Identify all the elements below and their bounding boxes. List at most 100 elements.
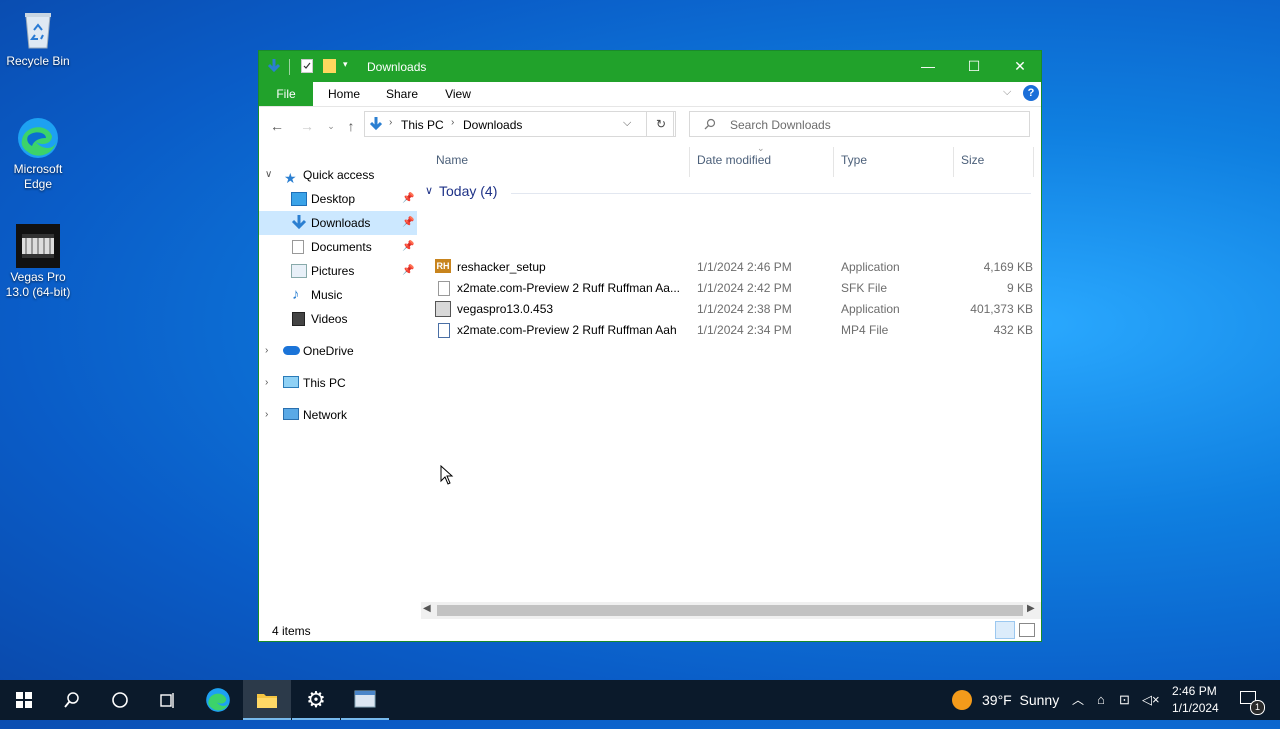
column-divider[interactable] [953, 147, 954, 177]
refresh-button[interactable]: ↻ [646, 111, 676, 137]
properties-icon[interactable] [301, 59, 313, 73]
device-icon[interactable]: ⌂ [1097, 680, 1105, 720]
cortana-button[interactable] [96, 680, 144, 720]
desktop-icon-edge[interactable]: Microsoft Edge [0, 116, 76, 192]
help-icon[interactable]: ? [1023, 85, 1039, 101]
address-dropdown-icon[interactable]: ⌵ [623, 117, 631, 130]
taskbar-file-explorer[interactable] [243, 680, 291, 720]
status-bar: 4 items [259, 621, 1041, 641]
desktop-icon-recycle-bin[interactable]: Recycle Bin [0, 8, 76, 69]
nav-downloads[interactable]: Downloads 📌 [259, 211, 417, 235]
expand-chevron-icon[interactable]: › [265, 339, 268, 363]
minimize-button[interactable]: — [905, 51, 951, 82]
back-button[interactable]: ← [267, 117, 287, 135]
tab-file[interactable]: File [259, 82, 313, 106]
downloads-folder-icon [291, 214, 307, 230]
taskbar-app[interactable] [341, 680, 389, 720]
search-placeholder: Search Downloads [730, 118, 831, 132]
taskbar-settings[interactable]: ⚙ [292, 680, 340, 720]
computer-icon [283, 376, 299, 388]
collapse-chevron-icon[interactable]: ∨ [265, 163, 272, 187]
scroll-right-arrow-icon[interactable]: ▶ [1027, 603, 1035, 614]
file-row[interactable]: x2mate.com-Preview 2 Ruff Ruffman Aah 1/… [433, 320, 1033, 341]
column-divider[interactable] [689, 147, 690, 177]
weather-text[interactable]: 39°F Sunny [982, 680, 1059, 720]
horizontal-scrollbar[interactable]: ◀ ▶ [421, 602, 1041, 619]
task-view-button[interactable] [144, 680, 192, 720]
app-window-icon [354, 690, 376, 708]
column-header-size[interactable]: Size [961, 153, 984, 167]
nav-network[interactable]: › Network [259, 403, 417, 427]
file-row[interactable]: vegaspro13.0.453 1/1/2024 2:38 PM Applic… [433, 299, 1033, 320]
file-row[interactable]: x2mate.com-Preview 2 Ruff Ruffman Aa... … [433, 278, 1033, 299]
folder-icon [257, 694, 277, 708]
search-icon [64, 692, 79, 708]
new-folder-icon[interactable] [323, 59, 336, 73]
file-name: x2mate.com-Preview 2 Ruff Ruffman Aah [457, 323, 677, 337]
up-button[interactable]: ↑ [341, 117, 361, 135]
nav-music[interactable]: ♪ Music [259, 283, 417, 307]
star-icon: ★ [284, 170, 297, 186]
file-row[interactable]: RH reshacker_setup 1/1/2024 2:46 PM Appl… [433, 257, 1033, 278]
taskbar-edge[interactable] [194, 680, 242, 720]
volume-muted-icon[interactable]: ◁× [1142, 680, 1160, 720]
nav-label: This PC [303, 376, 346, 390]
clock-date[interactable]: 1/1/2024 [1172, 701, 1219, 715]
expand-chevron-icon[interactable]: › [265, 371, 268, 395]
network-icon[interactable]: ⊡ [1119, 680, 1130, 720]
video-file-icon [438, 323, 450, 338]
nav-quick-access[interactable]: ∨ ★ Quick access [259, 163, 417, 187]
search-button[interactable] [48, 680, 96, 720]
forward-button[interactable]: → [297, 117, 317, 135]
nav-desktop[interactable]: Desktop 📌 [259, 187, 417, 211]
expand-chevron-icon[interactable]: › [265, 403, 268, 427]
weather-sun-icon [952, 690, 972, 710]
tab-home[interactable]: Home [319, 82, 369, 106]
scroll-thumb[interactable] [437, 605, 1023, 616]
nav-videos[interactable]: Videos [259, 307, 417, 331]
recycle-bin-icon [16, 8, 60, 52]
desktop-icon-vegas-pro[interactable]: Vegas Pro 13.0 (64-bit) [0, 224, 76, 300]
group-collapse-icon[interactable]: ∨ [425, 184, 433, 197]
clock-time[interactable]: 2:46 PM [1172, 684, 1217, 698]
file-size: 9 KB [1006, 281, 1033, 295]
group-header-today[interactable]: Today (4) [439, 183, 497, 199]
nav-label: Videos [311, 312, 348, 326]
nav-documents[interactable]: Documents 📌 [259, 235, 417, 259]
expand-ribbon-icon[interactable]: ⌵ [1003, 86, 1011, 99]
breadcrumb-this-pc[interactable]: This PC [401, 118, 444, 132]
column-divider[interactable] [1033, 147, 1034, 177]
title-bar[interactable]: ▾ Downloads — ☐ ✕ [259, 51, 1041, 82]
close-button[interactable]: ✕ [997, 51, 1043, 82]
blank-file-icon [438, 281, 450, 296]
file-name: reshacker_setup [457, 260, 546, 274]
column-header-name[interactable]: Name [436, 153, 468, 167]
column-header-date-modified[interactable]: Date modified [697, 153, 771, 167]
nav-onedrive[interactable]: › OneDrive [259, 339, 417, 363]
start-button[interactable] [0, 680, 48, 720]
maximize-button[interactable]: ☐ [951, 51, 997, 82]
navigation-pane: ∨ ★ Quick access Desktop 📌 Downloads 📌 D… [259, 153, 417, 613]
scroll-left-arrow-icon[interactable]: ◀ [423, 603, 431, 614]
group-divider [511, 193, 1031, 194]
column-header-type[interactable]: Type [841, 153, 867, 167]
cortana-circle-icon [112, 692, 128, 708]
tab-view[interactable]: View [433, 82, 483, 106]
breadcrumb-downloads[interactable]: Downloads [463, 118, 522, 132]
pictures-folder-icon [291, 264, 307, 278]
quick-access-download-icon[interactable] [267, 58, 281, 77]
tab-share[interactable]: Share [377, 82, 427, 106]
search-box[interactable]: Search Downloads [689, 111, 1030, 137]
recent-locations-button[interactable]: ⌄ [321, 117, 341, 135]
details-view-button[interactable] [995, 621, 1015, 639]
show-hidden-icons-button[interactable]: ︿ [1072, 680, 1084, 720]
large-icons-view-button[interactable] [1019, 623, 1035, 637]
column-divider[interactable] [833, 147, 834, 177]
file-date: 1/1/2024 2:42 PM [697, 281, 792, 295]
nav-this-pc[interactable]: › This PC [259, 371, 417, 395]
nav-pictures[interactable]: Pictures 📌 [259, 259, 417, 283]
file-size: 401,373 KB [970, 302, 1033, 316]
customize-quick-access-icon[interactable]: ▾ [343, 59, 348, 70]
address-bar[interactable]: › This PC › Downloads ⌵ [364, 111, 674, 137]
nav-label: Downloads [311, 216, 371, 230]
